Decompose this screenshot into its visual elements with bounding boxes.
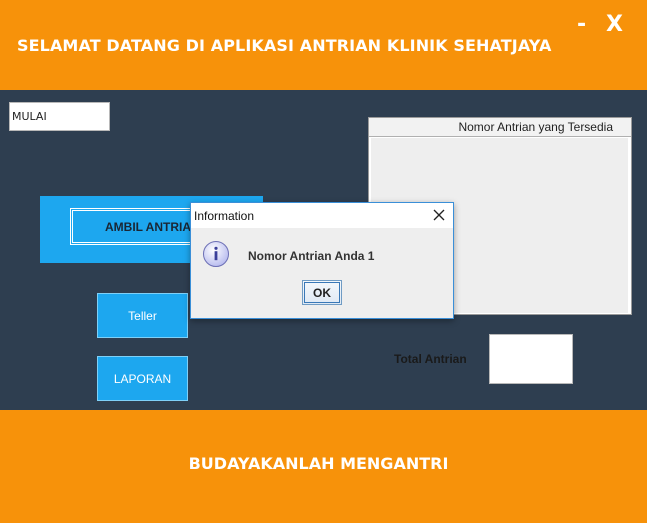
laporan-button[interactable]: LAPORAN	[97, 356, 188, 401]
app-title: SELAMAT DATANG DI APLIKASI ANTRIAN KLINI…	[17, 36, 552, 55]
dialog-content: Nomor Antrian Anda 1 OK	[191, 228, 453, 318]
minimize-button[interactable]: -	[577, 12, 586, 37]
queue-table-header[interactable]: Nomor Antrian yang Tersedia	[369, 118, 631, 137]
dialog-titlebar[interactable]: Information	[191, 203, 453, 228]
information-dialog: Information Nomor Antrian Anda 1 OK	[190, 202, 454, 319]
dialog-title: Information	[194, 209, 255, 223]
total-antrian-field[interactable]	[489, 334, 573, 384]
app-footer: BUDAYAKANLAH MENGANTRI	[0, 410, 647, 523]
app-header: SELAMAT DATANG DI APLIKASI ANTRIAN KLINI…	[0, 0, 647, 90]
info-icon	[202, 240, 230, 268]
dialog-message: Nomor Antrian Anda 1	[248, 249, 375, 263]
total-antrian-label: Total Antrian	[394, 352, 467, 366]
dialog-close-icon[interactable]	[429, 205, 449, 225]
mulai-field[interactable]	[9, 102, 110, 131]
ok-button[interactable]: OK	[302, 280, 342, 305]
footer-slogan: BUDAYAKANLAH MENGANTRI	[188, 454, 449, 473]
teller-button[interactable]: Teller	[97, 293, 188, 338]
close-button[interactable]: X	[606, 12, 623, 37]
